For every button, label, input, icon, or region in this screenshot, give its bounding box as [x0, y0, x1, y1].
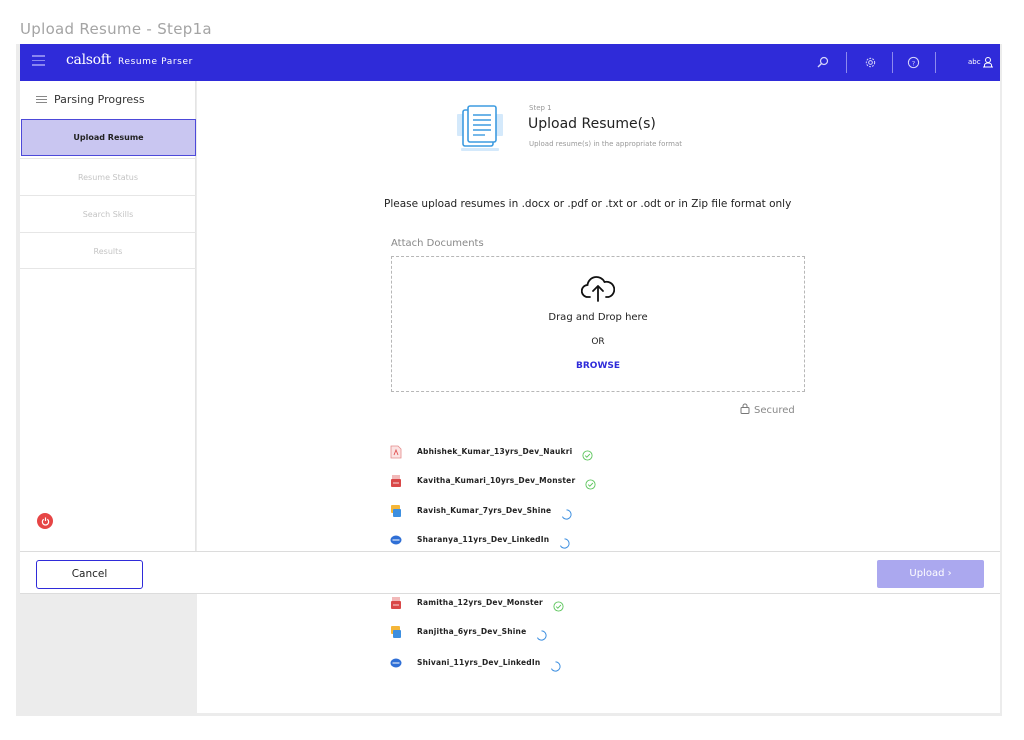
file-item: Abhishek_Kumar_13yrs_Dev_Naukri	[390, 443, 593, 461]
file-name: Ranjitha_6yrs_Dev_Shine	[417, 626, 527, 636]
sidebar-heading: Parsing Progress	[54, 93, 145, 106]
file-name: Kavitha_Kumari_10yrs_Dev_Monster	[417, 475, 576, 485]
page-subtitle: Upload resume(s) in the appropriate form…	[529, 140, 683, 148]
shine-file-icon	[390, 624, 402, 638]
drag-drop-text: Drag and Drop here	[548, 312, 648, 323]
sidebar-item-resume-status[interactable]: Resume Status	[20, 158, 196, 195]
pdf-file-icon	[390, 444, 402, 459]
sidebar-header: Parsing Progress	[20, 81, 196, 119]
sidebar-item-results[interactable]: Results	[20, 232, 196, 269]
lock-icon	[740, 403, 750, 417]
file-item: Sharanya_11yrs_Dev_LinkedIn	[390, 531, 570, 549]
shine-file-icon	[390, 503, 402, 517]
monster-file-icon	[390, 473, 402, 487]
file-name: Sharanya_11yrs_Dev_LinkedIn	[417, 534, 550, 544]
sidebar-footer-area	[20, 595, 196, 713]
loading-spinner-icon	[559, 534, 570, 549]
sidebar: Parsing Progress Upload Resume Resume St…	[20, 81, 196, 551]
file-item: Shivani_11yrs_Dev_LinkedIn	[390, 654, 561, 672]
loading-spinner-icon	[561, 505, 572, 520]
check-circle-icon	[585, 475, 596, 490]
cloud-upload-icon	[580, 273, 616, 303]
loading-spinner-icon	[536, 626, 547, 641]
window-title: Upload Resume - Step1a	[20, 20, 212, 38]
upload-button[interactable]: Upload ›	[877, 560, 984, 588]
file-name: Abhishek_Kumar_13yrs_Dev_Naukri	[417, 446, 573, 456]
username[interactable]: abc	[968, 58, 981, 66]
secured-indicator: Secured	[740, 403, 795, 417]
file-name: Ramitha_12yrs_Dev_Monster	[417, 597, 543, 607]
sidebar-item-search-skills[interactable]: Search Skills	[20, 195, 196, 232]
upload-instructions: Please upload resumes in .docx or .pdf o…	[384, 198, 792, 210]
user-icon[interactable]	[980, 54, 996, 70]
top-navbar: calsoft Resume Parser ? abc	[20, 44, 1000, 81]
browse-link[interactable]: BROWSE	[392, 361, 804, 371]
cancel-button[interactable]: Cancel	[36, 560, 143, 589]
linkedin-file-icon	[390, 532, 402, 546]
gear-icon[interactable]	[862, 54, 878, 70]
step-label: Step 1	[529, 104, 552, 112]
svg-text:?: ?	[911, 59, 914, 67]
main-content	[197, 81, 1000, 713]
document-stack-icon	[455, 104, 505, 156]
hamburger-menu-icon[interactable]	[32, 55, 45, 68]
file-item: Ranjitha_6yrs_Dev_Shine	[390, 623, 547, 641]
power-icon[interactable]	[37, 513, 53, 529]
file-item: Kavitha_Kumari_10yrs_Dev_Monster	[390, 472, 596, 490]
monster-file-icon	[390, 595, 402, 609]
help-icon[interactable]: ?	[905, 54, 921, 70]
file-name: Ravish_Kumar_7yrs_Dev_Shine	[417, 505, 552, 515]
page-title: Upload Resume(s)	[528, 116, 656, 132]
file-item: Ravish_Kumar_7yrs_Dev_Shine	[390, 502, 572, 520]
check-circle-icon	[582, 446, 593, 461]
linkedin-file-icon	[390, 655, 402, 669]
search-icon[interactable]	[815, 54, 831, 70]
file-item: Ramitha_12yrs_Dev_Monster	[390, 594, 564, 612]
file-dropzone[interactable]: Drag and Drop here OR BROWSE	[391, 256, 805, 392]
brand-logo: calsoft	[66, 52, 111, 68]
loading-spinner-icon	[550, 657, 561, 672]
attach-documents-label: Attach Documents	[391, 238, 484, 249]
check-circle-icon	[553, 597, 564, 612]
action-footer: Cancel Upload ›	[20, 551, 1000, 594]
list-icon	[36, 96, 47, 105]
app-name: Resume Parser	[118, 57, 193, 67]
sidebar-item-upload-resume[interactable]: Upload Resume	[21, 119, 196, 156]
or-text: OR	[591, 337, 605, 347]
file-name: Shivani_11yrs_Dev_LinkedIn	[417, 657, 541, 667]
secured-label: Secured	[754, 404, 795, 416]
